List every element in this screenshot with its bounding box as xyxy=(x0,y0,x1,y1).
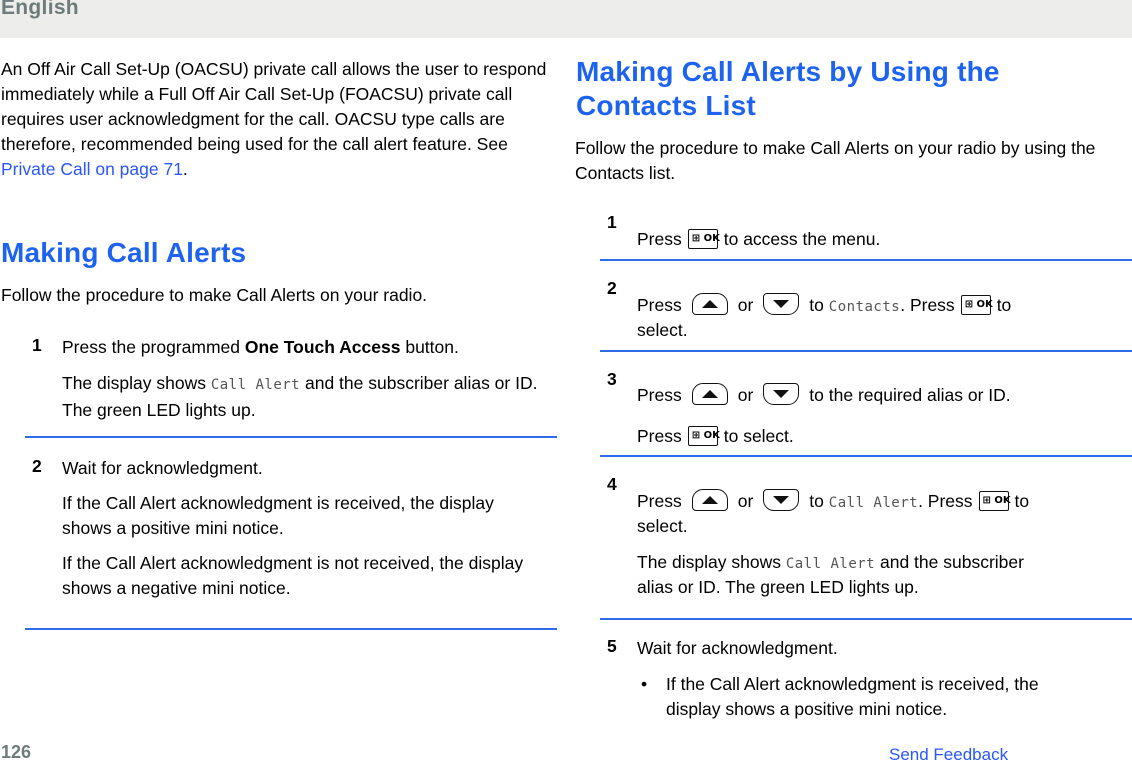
step-number: 5 xyxy=(607,636,617,656)
step-number: 2 xyxy=(32,456,42,476)
menu-ok-key-icon: ⊞ OK xyxy=(978,490,1011,511)
section-intro: Follow the procedure to make Call Alerts… xyxy=(575,138,1096,183)
step-text: Wait for acknowledgment. xyxy=(637,638,838,658)
step-info: If the Call Alert acknowledgment is not … xyxy=(62,553,524,598)
step-divider xyxy=(600,455,1132,457)
step-text-cont: select. xyxy=(637,516,688,536)
step-divider xyxy=(600,350,1132,352)
language-label: English xyxy=(1,0,79,19)
step-text-cont: select. xyxy=(637,320,688,340)
step-result: The display shows Call Alert and the sub… xyxy=(62,373,538,420)
step-divider xyxy=(600,618,1132,620)
display-text: Call Alert xyxy=(210,377,301,393)
step-result-cont: alias or ID. The green LED lights up. xyxy=(637,577,919,597)
step-info: If the Call Alert acknowledgment is rece… xyxy=(62,493,494,538)
page-header: English xyxy=(0,0,1132,38)
section-title-contacts: Making Call Alerts by Using the Contacts… xyxy=(576,56,1000,121)
display-text: Contacts xyxy=(828,299,901,315)
menu-ok-key-icon: ⊞ OK xyxy=(687,425,720,446)
arrow-down-key-icon xyxy=(763,489,800,512)
step-number: 3 xyxy=(607,369,617,389)
arrow-up-key-icon xyxy=(691,383,728,406)
section-intro: Follow the procedure to make Call Alerts… xyxy=(1,285,428,305)
step-text: Press or to Contacts. Press ⊞ OK to xyxy=(637,293,1012,316)
section-title-making-call-alerts: Making Call Alerts xyxy=(1,237,247,268)
arrow-up-key-icon xyxy=(691,489,728,512)
step-number: 4 xyxy=(607,474,617,494)
bullet-icon: • xyxy=(641,674,648,694)
menu-ok-key-icon: ⊞ OK xyxy=(687,228,720,249)
arrow-down-key-icon xyxy=(763,383,800,406)
step-text: Press ⊞ OK to select. xyxy=(637,425,794,446)
intro-paragraph: An Off Air Call Set-Up (OACSU) private c… xyxy=(1,59,547,179)
bullet-text-cont: display shows a positive mini notice. xyxy=(666,699,948,719)
send-feedback-link[interactable]: Send Feedback xyxy=(889,745,1008,765)
display-text: Call Alert xyxy=(828,495,919,511)
step-result: The display shows Call Alert and the sub… xyxy=(637,552,1024,572)
one-touch-access-label: One Touch Access xyxy=(244,337,401,357)
page-number: 126 xyxy=(1,742,32,762)
arrow-down-key-icon xyxy=(763,293,800,316)
step-number: 2 xyxy=(607,278,617,298)
arrow-up-key-icon xyxy=(691,293,728,316)
step-divider xyxy=(600,259,1132,261)
private-call-link[interactable]: Private Call on page 71 xyxy=(1,159,183,179)
step-number: 1 xyxy=(32,335,42,355)
step-number: 1 xyxy=(607,212,617,232)
step-text: Press or to the required alias or ID. xyxy=(637,383,1011,406)
step-text: Press ⊞ OK to access the menu. xyxy=(637,228,881,249)
display-text: Call Alert xyxy=(785,556,876,572)
step-text: Press the programmed One Touch Access bu… xyxy=(62,337,459,357)
menu-ok-key-icon: ⊞ OK xyxy=(960,294,993,315)
step-divider xyxy=(25,436,557,438)
bullet-text: If the Call Alert acknowledgment is rece… xyxy=(666,674,1039,694)
step-text: Wait for acknowledgment. xyxy=(62,458,263,478)
step-text: Press or to Call Alert. Press ⊞ OK to xyxy=(637,489,1030,512)
step-divider xyxy=(25,628,557,630)
